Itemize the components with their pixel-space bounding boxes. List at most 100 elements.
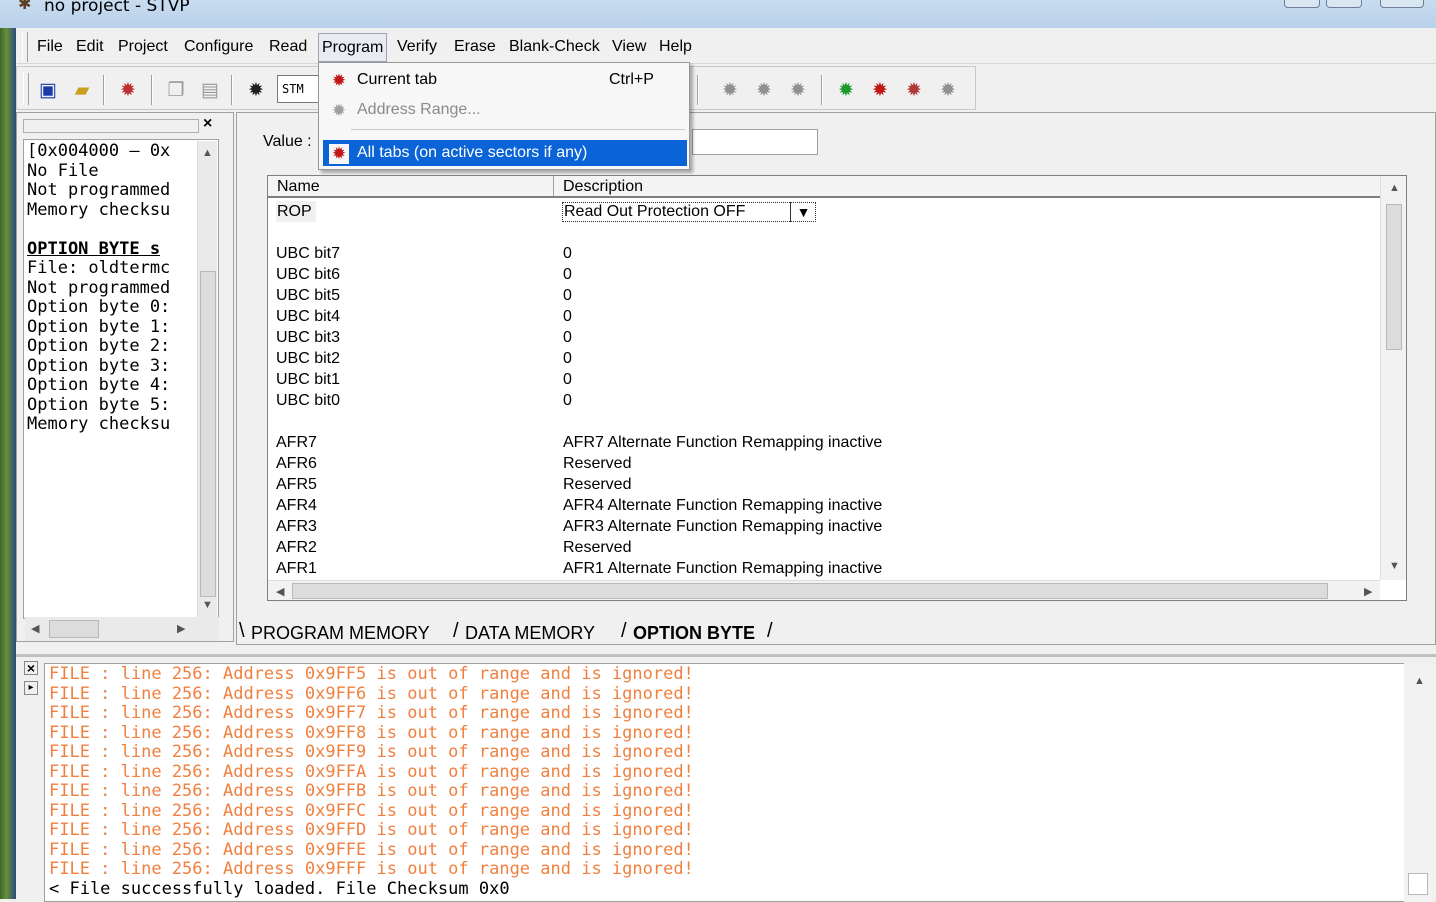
grid-cell-description[interactable]: AFR7 Alternate Function Remapping inacti… (563, 432, 882, 453)
paste-icon[interactable]: ▤ (197, 77, 223, 103)
program-menu-item: ✹ Address Range... (323, 97, 687, 123)
rop-name[interactable]: ROP (276, 201, 316, 222)
scroll-up-icon[interactable]: ▲ (1414, 675, 1425, 687)
dock-icon[interactable]: ▸ (24, 681, 38, 695)
grid-cell-description[interactable]: 0 (563, 327, 572, 348)
grid-cell-name[interactable]: AFR4 (276, 495, 317, 516)
menu-verify[interactable]: Verify (394, 30, 440, 64)
column-header-description[interactable]: Description (554, 176, 1380, 196)
grid-cell-description[interactable]: 0 (563, 306, 572, 327)
verify-icon[interactable]: ✹ (751, 77, 777, 103)
program-all-icon[interactable]: ✹ (867, 77, 893, 103)
program-icon[interactable]: ✹ (717, 77, 743, 103)
menubar-grip[interactable] (22, 32, 28, 62)
grid-cell-description[interactable]: 0 (563, 369, 572, 390)
menu-edit[interactable]: Edit (73, 30, 107, 64)
erase-all-icon[interactable]: ✹ (935, 77, 961, 103)
grid-cell-description[interactable]: 0 (563, 390, 572, 411)
toolbar-grip[interactable] (23, 73, 29, 105)
read-all-icon[interactable]: ✹ (833, 77, 859, 103)
grid-cell-name[interactable]: AFR2 (276, 537, 317, 558)
scroll-up-icon[interactable]: ▲ (1389, 182, 1400, 194)
open-icon[interactable]: ▰ (69, 77, 95, 103)
scroll-down-icon[interactable]: ▼ (1389, 560, 1400, 572)
scroll-thumb[interactable] (200, 271, 216, 597)
grid-cell-description[interactable]: Reserved (563, 453, 631, 474)
program-menu-item-label: All tabs (on active sectors if any) (357, 144, 588, 161)
info-vscroll[interactable]: ▲ ▼ (197, 141, 217, 617)
connect-icon[interactable]: ✹ (115, 77, 141, 103)
program-menu: ✹ Current tab Ctrl+P ✹ Address Range... ✹ All … (318, 62, 690, 170)
grid-cell-name[interactable]: UBC bit0 (276, 390, 340, 411)
scroll-right-icon[interactable]: ▶ (177, 622, 185, 635)
erase-icon[interactable]: ✹ (785, 77, 811, 103)
menu-blank-check[interactable]: Blank-Check (506, 30, 603, 64)
grid-cell-description[interactable]: Reserved (563, 537, 631, 558)
grid-cell-name[interactable]: AFR5 (276, 474, 317, 495)
column-header-name[interactable]: Name (268, 176, 554, 196)
verify-all-icon[interactable]: ✹ (901, 77, 927, 103)
program-menu-item[interactable]: ✹ Current tab Ctrl+P (323, 67, 687, 93)
menu-read[interactable]: Read (266, 30, 310, 64)
program-menu-item[interactable]: ✹ All tabs (on active sectors if any) (323, 140, 687, 166)
menu-project[interactable]: Project (115, 30, 171, 64)
minimize-button[interactable] (1284, 0, 1320, 8)
grid-cell-name[interactable]: AFR7 (276, 432, 317, 453)
grid-cell-name[interactable]: UBC bit6 (276, 264, 340, 285)
read-icon[interactable]: ✹ (243, 77, 269, 103)
menu-configure[interactable]: Configure (181, 30, 256, 64)
tab-data-memory[interactable]: DATA MEMORY (461, 620, 599, 646)
info-line: Not programmed (27, 277, 171, 298)
log-vscroll[interactable]: ▲ (1404, 663, 1434, 902)
grid-cell-description[interactable]: 0 (563, 285, 572, 306)
rop-dropdown[interactable]: Read Out Protection OFF (562, 202, 816, 222)
menu-view[interactable]: View (609, 30, 649, 64)
scroll-right-icon[interactable]: ▶ (1364, 585, 1372, 598)
grid-hscroll[interactable]: ◀ ▶ (268, 580, 1380, 600)
grid-cell-description[interactable]: Reserved (563, 474, 631, 495)
save-icon[interactable]: ▣ (35, 77, 61, 103)
close-icon[interactable]: × (24, 661, 38, 675)
tab-program-memory[interactable]: PROGRAM MEMORY (247, 620, 434, 646)
grid-cell-description[interactable]: AFR4 Alternate Function Remapping inacti… (563, 495, 882, 516)
scroll-down-icon[interactable]: ▼ (202, 599, 213, 611)
scroll-thumb[interactable] (1408, 873, 1428, 895)
grid-cell-description[interactable]: AFR3 Alternate Function Remapping inacti… (563, 516, 882, 537)
grid-cell-name[interactable]: UBC bit4 (276, 306, 340, 327)
scroll-thumb[interactable] (292, 583, 1328, 599)
menu-program[interactable]: Program (318, 33, 388, 62)
grid-cell-description[interactable]: 0 (563, 264, 572, 285)
maximize-button[interactable] (1326, 0, 1362, 8)
menu-erase[interactable]: Erase (451, 30, 499, 64)
close-button[interactable] (1380, 0, 1424, 8)
tab-option-byte[interactable]: OPTION BYTE (629, 620, 759, 646)
chevron-down-icon[interactable]: ▼ (790, 202, 816, 222)
menu-file[interactable]: File (34, 30, 66, 64)
grid-cell-name[interactable]: AFR1 (276, 558, 317, 579)
scroll-left-icon[interactable]: ◀ (31, 622, 39, 635)
scroll-left-icon[interactable]: ◀ (276, 585, 284, 598)
grid-cell-description[interactable]: AFR1 Alternate Function Remapping inacti… (563, 558, 882, 579)
info-hscroll[interactable]: ◀ ▶ (25, 617, 219, 641)
grid-cell-name[interactable]: UBC bit3 (276, 327, 340, 348)
menu-help[interactable]: Help (656, 30, 695, 64)
tab-divider: / (767, 620, 773, 642)
grid-cell-description[interactable]: 0 (563, 348, 572, 369)
copy-icon[interactable]: ❐ (163, 77, 189, 103)
value-input[interactable] (692, 129, 818, 155)
grid-cell-name[interactable]: UBC bit2 (276, 348, 340, 369)
grid-cell-name[interactable]: AFR6 (276, 453, 317, 474)
close-icon[interactable]: × (203, 115, 212, 133)
grid-cell-name[interactable]: UBC bit5 (276, 285, 340, 306)
scroll-thumb[interactable] (1386, 204, 1402, 350)
scroll-thumb[interactable] (49, 620, 99, 638)
info-list: [0x004000 – 0x No File Not programmed Memor… (23, 139, 219, 619)
grid-cell-description[interactable]: 0 (563, 243, 572, 264)
scroll-up-icon[interactable]: ▲ (202, 147, 213, 159)
grid-vscroll[interactable]: ▲ ▼ (1380, 176, 1406, 580)
app-icon: ✱ (18, 0, 32, 13)
grid-cell-name[interactable]: UBC bit1 (276, 369, 340, 390)
grid-cell-name[interactable]: UBC bit7 (276, 243, 340, 264)
grid-cell-name[interactable]: AFR3 (276, 516, 317, 537)
info-line: OPTION BYTE s (27, 238, 161, 259)
